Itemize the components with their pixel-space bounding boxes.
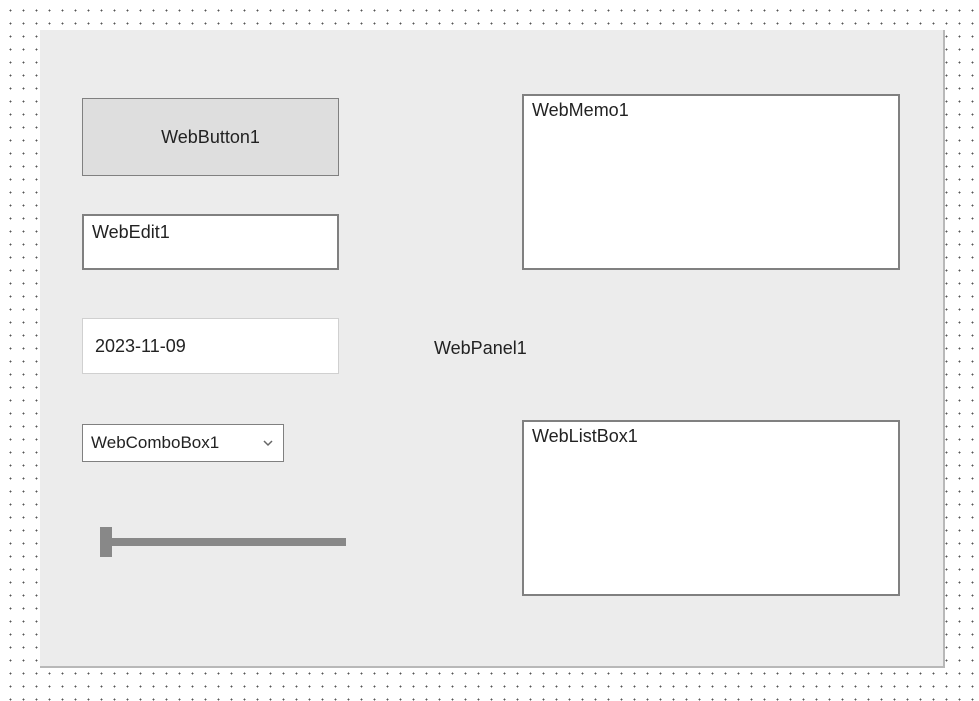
trackbar-track bbox=[106, 538, 346, 546]
web-date-picker[interactable]: 2023-11-09 bbox=[82, 318, 339, 374]
web-button-label: WebButton1 bbox=[161, 127, 260, 148]
web-listbox[interactable]: WebListBox1 bbox=[522, 420, 900, 596]
web-button[interactable]: WebButton1 bbox=[82, 98, 339, 176]
chevron-down-icon bbox=[261, 436, 275, 450]
web-listbox-value: WebListBox1 bbox=[532, 426, 638, 446]
web-memo[interactable]: WebMemo1 bbox=[522, 94, 900, 270]
web-combo-value: WebComboBox1 bbox=[91, 433, 219, 453]
web-edit-value: WebEdit1 bbox=[92, 222, 170, 243]
web-combo-box[interactable]: WebComboBox1 bbox=[82, 424, 284, 462]
web-panel-label: WebPanel1 bbox=[434, 338, 527, 359]
web-date-value: 2023-11-09 bbox=[95, 336, 186, 357]
trackbar-thumb[interactable] bbox=[100, 527, 112, 557]
web-edit-input[interactable]: WebEdit1 bbox=[82, 214, 339, 270]
web-trackbar[interactable] bbox=[80, 523, 355, 561]
web-memo-value: WebMemo1 bbox=[532, 100, 629, 120]
web-panel: WebButton1 WebEdit1 2023-11-09 WebComboB… bbox=[40, 30, 945, 668]
